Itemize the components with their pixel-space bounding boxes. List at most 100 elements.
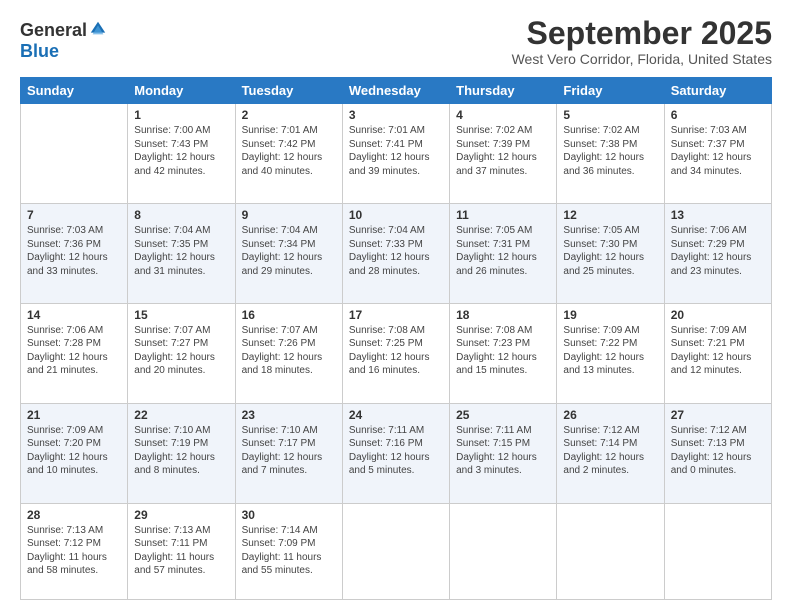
day-info: Sunrise: 7:05 AMSunset: 7:31 PMDaylight:… — [456, 224, 550, 278]
day-number: 26 — [563, 408, 657, 422]
day-number: 25 — [456, 408, 550, 422]
day-number: 2 — [242, 108, 336, 122]
day-number: 29 — [134, 508, 228, 522]
day-info: Sunrise: 7:03 AMSunset: 7:36 PMDaylight:… — [27, 224, 121, 278]
day-info: Sunrise: 7:13 AMSunset: 7:11 PMDaylight:… — [134, 524, 228, 578]
day-info: Sunrise: 7:06 AMSunset: 7:29 PMDaylight:… — [671, 224, 765, 278]
day-number: 21 — [27, 408, 121, 422]
day-number: 3 — [349, 108, 443, 122]
table-row — [557, 503, 664, 599]
day-number: 24 — [349, 408, 443, 422]
col-monday: Monday — [128, 78, 235, 104]
day-info: Sunrise: 7:08 AMSunset: 7:23 PMDaylight:… — [456, 324, 550, 378]
day-number: 1 — [134, 108, 228, 122]
calendar-week-row: 21 Sunrise: 7:09 AMSunset: 7:20 PMDayligh… — [21, 403, 772, 503]
table-row: 26 Sunrise: 7:12 AMSunset: 7:14 PMDayligh… — [557, 403, 664, 503]
table-row — [664, 503, 771, 599]
logo-general-text: General — [20, 20, 87, 41]
day-number: 20 — [671, 308, 765, 322]
table-row: 21 Sunrise: 7:09 AMSunset: 7:20 PMDayligh… — [21, 403, 128, 503]
day-info: Sunrise: 7:04 AMSunset: 7:35 PMDaylight:… — [134, 224, 228, 278]
day-info: Sunrise: 7:12 AMSunset: 7:14 PMDaylight:… — [563, 424, 657, 478]
logo-blue-text: Blue — [20, 41, 59, 61]
day-info: Sunrise: 7:01 AMSunset: 7:41 PMDaylight:… — [349, 124, 443, 178]
table-row: 16 Sunrise: 7:07 AMSunset: 7:26 PMDayligh… — [235, 303, 342, 403]
day-info: Sunrise: 7:08 AMSunset: 7:25 PMDaylight:… — [349, 324, 443, 378]
table-row: 15Sunrise: 7:07 AMSunset: 7:27 PMDayligh… — [128, 303, 235, 403]
calendar: Sunday Monday Tuesday Wednesday Thursday… — [20, 77, 772, 600]
col-thursday: Thursday — [450, 78, 557, 104]
day-info: Sunrise: 7:04 AMSunset: 7:34 PMDaylight:… — [242, 224, 336, 278]
day-info: Sunrise: 7:12 AMSunset: 7:13 PMDaylight:… — [671, 424, 765, 478]
day-number: 22 — [134, 408, 228, 422]
col-wednesday: Wednesday — [342, 78, 449, 104]
day-number: 23 — [242, 408, 336, 422]
table-row: 12Sunrise: 7:05 AMSunset: 7:30 PMDayligh… — [557, 204, 664, 304]
day-number: 28 — [27, 508, 121, 522]
day-number: 27 — [671, 408, 765, 422]
day-info: Sunrise: 7:02 AMSunset: 7:38 PMDaylight:… — [563, 124, 657, 178]
day-info: Sunrise: 7:11 AMSunset: 7:16 PMDaylight:… — [349, 424, 443, 478]
table-row — [450, 503, 557, 599]
table-row: 20 Sunrise: 7:09 AMSunset: 7:21 PMDayligh… — [664, 303, 771, 403]
table-row: 9Sunrise: 7:04 AMSunset: 7:34 PMDaylight… — [235, 204, 342, 304]
table-row: 7 Sunrise: 7:03 AMSunset: 7:36 PMDaylight… — [21, 204, 128, 304]
logo: General Blue — [20, 16, 107, 62]
day-number: 12 — [563, 208, 657, 222]
col-sunday: Sunday — [21, 78, 128, 104]
table-row: 22 Sunrise: 7:10 AMSunset: 7:19 PMDayligh… — [128, 403, 235, 503]
table-row: 1 Sunrise: 7:00 AMSunset: 7:43 PMDaylight… — [128, 104, 235, 204]
day-number: 14 — [27, 308, 121, 322]
day-info: Sunrise: 7:13 AMSunset: 7:12 PMDaylight:… — [27, 524, 121, 578]
table-row: 28 Sunrise: 7:13 AMSunset: 7:12 PMDayligh… — [21, 503, 128, 599]
day-number: 11 — [456, 208, 550, 222]
calendar-week-row: 28 Sunrise: 7:13 AMSunset: 7:12 PMDayligh… — [21, 503, 772, 599]
table-row: 11 Sunrise: 7:05 AMSunset: 7:31 PMDayligh… — [450, 204, 557, 304]
day-number: 5 — [563, 108, 657, 122]
day-info: Sunrise: 7:00 AMSunset: 7:43 PMDaylight:… — [134, 124, 228, 178]
title-section: September 2025 West Vero Corridor, Flori… — [512, 16, 772, 67]
day-info: Sunrise: 7:09 AMSunset: 7:21 PMDaylight:… — [671, 324, 765, 378]
day-info: Sunrise: 7:07 AMSunset: 7:26 PMDaylight:… — [242, 324, 336, 378]
table-row: 2 Sunrise: 7:01 AMSunset: 7:42 PMDaylight… — [235, 104, 342, 204]
table-row: 18Sunrise: 7:08 AMSunset: 7:23 PMDayligh… — [450, 303, 557, 403]
day-info: Sunrise: 7:04 AMSunset: 7:33 PMDaylight:… — [349, 224, 443, 278]
table-row — [21, 104, 128, 204]
day-info: Sunrise: 7:10 AMSunset: 7:19 PMDaylight:… — [134, 424, 228, 478]
table-row: 13 Sunrise: 7:06 AMSunset: 7:29 PMDayligh… — [664, 204, 771, 304]
table-row: 24 Sunrise: 7:11 AMSunset: 7:16 PMDayligh… — [342, 403, 449, 503]
day-number: 10 — [349, 208, 443, 222]
table-row — [342, 503, 449, 599]
table-row: 8 Sunrise: 7:04 AMSunset: 7:35 PMDaylight… — [128, 204, 235, 304]
table-row: 17Sunrise: 7:08 AMSunset: 7:25 PMDayligh… — [342, 303, 449, 403]
calendar-week-row: 1 Sunrise: 7:00 AMSunset: 7:43 PMDaylight… — [21, 104, 772, 204]
table-row: 29 Sunrise: 7:13 AMSunset: 7:11 PMDayligh… — [128, 503, 235, 599]
day-info: Sunrise: 7:07 AMSunset: 7:27 PMDaylight:… — [134, 324, 228, 378]
table-row: 27 Sunrise: 7:12 AMSunset: 7:13 PMDayligh… — [664, 403, 771, 503]
header: General Blue September 2025 West Vero Co… — [20, 16, 772, 67]
table-row: 6 Sunrise: 7:03 AMSunset: 7:37 PMDaylight… — [664, 104, 771, 204]
table-row: 30Sunrise: 7:14 AMSunset: 7:09 PMDayligh… — [235, 503, 342, 599]
day-info: Sunrise: 7:06 AMSunset: 7:28 PMDaylight:… — [27, 324, 121, 378]
table-row: 3 Sunrise: 7:01 AMSunset: 7:41 PMDaylight… — [342, 104, 449, 204]
calendar-week-row: 7 Sunrise: 7:03 AMSunset: 7:36 PMDaylight… — [21, 204, 772, 304]
day-number: 16 — [242, 308, 336, 322]
logo-icon — [89, 20, 107, 38]
month-title: September 2025 — [512, 16, 772, 51]
day-info: Sunrise: 7:01 AMSunset: 7:42 PMDaylight:… — [242, 124, 336, 178]
col-tuesday: Tuesday — [235, 78, 342, 104]
day-info: Sunrise: 7:03 AMSunset: 7:37 PMDaylight:… — [671, 124, 765, 178]
day-info: Sunrise: 7:10 AMSunset: 7:17 PMDaylight:… — [242, 424, 336, 478]
day-number: 8 — [134, 208, 228, 222]
calendar-header-row: Sunday Monday Tuesday Wednesday Thursday… — [21, 78, 772, 104]
table-row: 23 Sunrise: 7:10 AMSunset: 7:17 PMDayligh… — [235, 403, 342, 503]
day-number: 6 — [671, 108, 765, 122]
day-number: 4 — [456, 108, 550, 122]
day-info: Sunrise: 7:09 AMSunset: 7:22 PMDaylight:… — [563, 324, 657, 378]
page: General Blue September 2025 West Vero Co… — [0, 0, 792, 612]
day-number: 13 — [671, 208, 765, 222]
day-number: 7 — [27, 208, 121, 222]
table-row: 5 Sunrise: 7:02 AMSunset: 7:38 PMDaylight… — [557, 104, 664, 204]
col-friday: Friday — [557, 78, 664, 104]
day-info: Sunrise: 7:09 AMSunset: 7:20 PMDaylight:… — [27, 424, 121, 478]
